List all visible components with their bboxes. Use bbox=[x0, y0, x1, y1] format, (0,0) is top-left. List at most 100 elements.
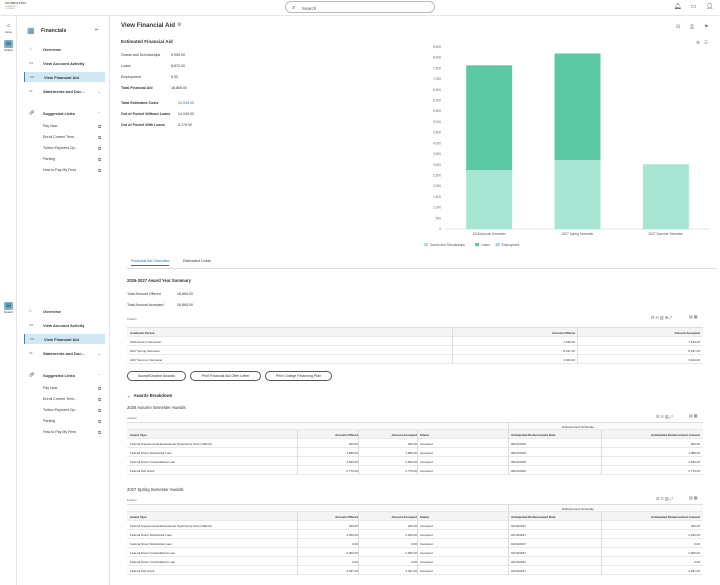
nav-item-statements[interactable]: ▱ Statements and Doc... ⌄ bbox=[24, 86, 105, 96]
card-icon: ▭ bbox=[29, 60, 34, 65]
rail-home[interactable]: ⌂ Home bbox=[2, 22, 15, 34]
link-pay-now[interactable]: Pay Now ⧉ bbox=[24, 121, 105, 131]
external-link-icon: ⧉ bbox=[98, 385, 101, 391]
link-parking-2[interactable]: Parking ⧉ bbox=[24, 416, 105, 426]
link-enroll-term-2[interactable]: Enroll Current Term... ⧉ bbox=[24, 394, 105, 404]
search-icon: ⌕ bbox=[292, 5, 296, 11]
table-row: Federal Supplemental Educational Opportu… bbox=[127, 439, 703, 448]
y-tick-label: 7,000 bbox=[433, 77, 441, 81]
award-year-summary-title: 2026-2027 Award Year Summary bbox=[127, 278, 191, 283]
external-link-icon: ⧉ bbox=[98, 134, 101, 140]
settings-icon[interactable]: ⚙ bbox=[177, 22, 181, 28]
view-toggle-icon[interactable]: ▤▦ bbox=[689, 495, 699, 500]
estimated-aid-title: Estimated Financial Aid bbox=[121, 39, 173, 44]
tab-estimated-costs[interactable]: Estimated Costs bbox=[183, 259, 211, 265]
tab-divider bbox=[127, 268, 717, 269]
summary-grants: Grants and Scholarships 9,995.00 bbox=[121, 53, 185, 57]
chevron-down-icon: ⌄ bbox=[127, 393, 131, 398]
nav-item-financial-aid-2[interactable]: ▭ View Financial Aid bbox=[24, 334, 105, 344]
table-header: Academic Period Amount Offered Amount Ac… bbox=[127, 328, 703, 337]
y-tick-label: 500 bbox=[436, 216, 442, 220]
rail-student[interactable]: ▤ Student bbox=[2, 40, 15, 52]
view-toggle-icon[interactable]: ▤▦ bbox=[689, 413, 699, 418]
nav-item-overview[interactable]: ⌂ Overview bbox=[24, 44, 105, 54]
table-toolbar-icons[interactable]: ⊟☷▥⤢ bbox=[656, 414, 674, 419]
suggested-links-header-2[interactable]: 🔗︎ Suggested Links ⌃ bbox=[24, 370, 105, 380]
table-toolbar-icons[interactable]: ⊟☷▥⊞⤢ bbox=[651, 315, 673, 320]
estimated-aid-chart: 0 500 1,000 1,500 2,000 2,500 3,000 3,500 4,000 4… bbox=[424, 45, 710, 247]
y-tick-label: 3,500 bbox=[433, 152, 441, 156]
external-link-icon: ⧉ bbox=[98, 429, 101, 435]
x-tick-label: 2026 Autumn Semester bbox=[473, 232, 507, 236]
legend-swatch bbox=[424, 243, 428, 247]
summary-employment: Employment 0.00 bbox=[121, 75, 178, 79]
items-count: 4 items bbox=[127, 416, 137, 420]
link-parking[interactable]: Parking ⧉ bbox=[24, 154, 105, 164]
accept-decline-awards-button[interactable]: Accept/Decline Awards bbox=[127, 371, 186, 381]
table-row: Federal Direct Unsubsidized Loan 0.00 0.… bbox=[127, 557, 703, 566]
table-toolbar-icons[interactable]: ⊟☷▥⤢ bbox=[656, 496, 674, 501]
collapse-nav-icon[interactable]: ⇤ bbox=[95, 27, 99, 33]
search-input[interactable]: ⌕ Search bbox=[285, 1, 435, 13]
main-content: View Financial Aid ⚙ ⊟ ⎙ ⚑ Estimated Fin… bbox=[110, 16, 720, 585]
bar-segment[interactable] bbox=[554, 53, 601, 161]
link-tuition-payment-2[interactable]: Tuition Payment Op... ⧉ bbox=[24, 405, 105, 415]
print-financing-plan-button[interactable]: Print College Financing Plan bbox=[265, 371, 332, 381]
y-tick-label: 0 bbox=[439, 227, 441, 231]
x-tick-label: 2027 Spring Semester bbox=[562, 232, 595, 236]
table-row: Federal Direct Unsubsidized Loan 2,000.0… bbox=[127, 548, 703, 557]
link-enroll-term[interactable]: Enroll Current Term... ⧉ bbox=[24, 132, 105, 142]
link-icon: 🔗︎ bbox=[29, 110, 35, 115]
print-offer-letter-button[interactable]: Print Financial Aid Offer Letter bbox=[190, 371, 261, 381]
view-toggle-icon[interactable]: ▤▦ bbox=[689, 314, 699, 319]
bar-segment[interactable] bbox=[554, 160, 601, 229]
items-count: 6 items bbox=[127, 498, 137, 502]
legend-swatch bbox=[475, 243, 480, 247]
awards-breakdown-header[interactable]: ⌄ Awards Breakdown bbox=[127, 393, 172, 398]
external-link-icon: ⧉ bbox=[98, 167, 101, 173]
folder-icon: ▱ bbox=[29, 88, 33, 93]
legend-label[interactable]: Loans bbox=[481, 243, 490, 247]
chevron-down-icon: ⌄ bbox=[97, 88, 101, 94]
legend-label[interactable]: Grants and Scholarships bbox=[430, 243, 465, 247]
y-tick-label: 1,000 bbox=[433, 206, 441, 210]
y-tick-label: 7,500 bbox=[433, 66, 441, 70]
link-pay-now-2[interactable]: Pay Now ⧉ bbox=[24, 383, 105, 393]
external-link-icon: ⧉ bbox=[98, 156, 101, 162]
bar-segment[interactable] bbox=[466, 170, 513, 229]
bell-icon[interactable]: 🔔︎ bbox=[673, 3, 682, 12]
rail-student-secondary[interactable]: ▤ Student bbox=[2, 302, 15, 314]
related-actions-icon[interactable]: ⊟ bbox=[676, 24, 680, 30]
nav-item-account-activity-2[interactable]: ▭ View Account Activity bbox=[24, 320, 105, 330]
link-pay-fees-2[interactable]: How to Pay My Fees ⧉ bbox=[24, 427, 105, 437]
table-row: Federal Direct Subsidized Loan 1,985.00 … bbox=[127, 448, 703, 457]
bar-segment[interactable] bbox=[466, 65, 513, 171]
student-icon: ▤ bbox=[4, 302, 13, 310]
table-row: Federal Pell Grant 2,770.00 2,770.00 Acc… bbox=[127, 466, 703, 475]
x-tick-label: 2027 Summer Semester bbox=[649, 232, 684, 236]
total-offered: Total Amount Offered 18,865.00 bbox=[127, 292, 193, 296]
nav-item-account-activity[interactable]: ▭ View Account Activity bbox=[24, 58, 105, 68]
nav-item-financial-aid[interactable]: ▭ View Financial Aid bbox=[24, 72, 105, 82]
user-icon[interactable]: 👤︎ bbox=[705, 3, 714, 12]
nav-item-overview-2[interactable]: ⌂ Overview bbox=[24, 306, 105, 316]
table-header: Award Type Amount Offered Amount Accepte… bbox=[127, 512, 703, 521]
legend-label[interactable]: Employment bbox=[502, 243, 520, 247]
aid-icon: ▭ bbox=[30, 74, 35, 79]
y-tick-label: 5,500 bbox=[433, 109, 441, 113]
link-pay-fees[interactable]: How to Pay My Fees ⧉ bbox=[24, 165, 105, 175]
tab-financial-aid-overview[interactable]: Financial Aid Overview bbox=[131, 259, 170, 266]
college-logo[interactable]: COLUMBUS STATE COMMUNITY COLLEGE bbox=[5, 3, 27, 10]
bar-segment[interactable] bbox=[642, 164, 689, 229]
inbox-icon[interactable]: ▭ bbox=[689, 3, 698, 12]
link-tuition-payment[interactable]: Tuition Payment Op... ⧉ bbox=[24, 143, 105, 153]
nav-item-statements-2[interactable]: ▱ Statements and Doc... ⌄ bbox=[24, 348, 105, 358]
y-tick-label: 5,000 bbox=[433, 120, 441, 124]
chevron-up-icon: ⌃ bbox=[97, 372, 101, 378]
items-count: 3 items bbox=[127, 317, 137, 321]
bookmark-icon[interactable]: ⚑ bbox=[704, 24, 708, 30]
external-link-icon: ⧉ bbox=[98, 407, 101, 413]
estimated-costs-link[interactable]: 34,045.00 bbox=[178, 101, 259, 111]
print-icon[interactable]: ⎙ bbox=[690, 24, 694, 30]
suggested-links-header[interactable]: 🔗︎ Suggested Links ⌃ bbox=[24, 108, 105, 118]
